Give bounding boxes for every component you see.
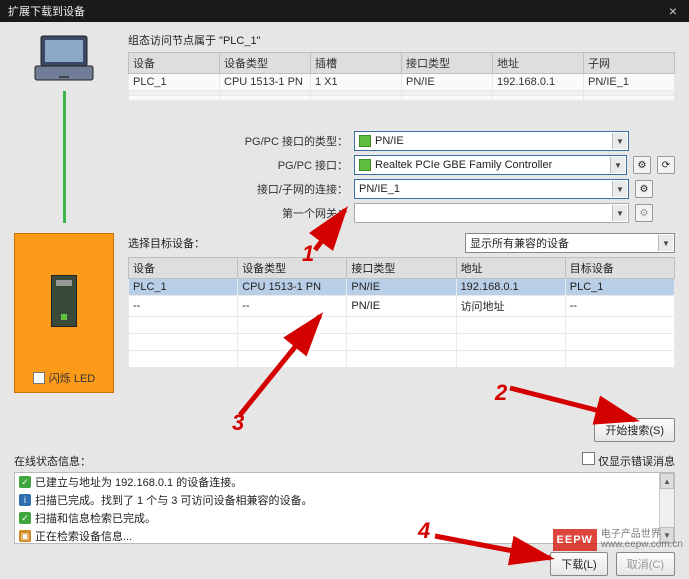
log-line: ✓扫描和信息检索已完成。 xyxy=(15,509,674,527)
log-line: i扫描已完成。找到了 1 个与 3 可访问设备相兼容的设备。 xyxy=(15,491,674,509)
table-row xyxy=(129,96,675,101)
table-row[interactable]: PLC_1 CPU 1513-1 PN PN/IE 192.168.0.1 PL… xyxy=(129,279,675,296)
flash-led-checkbox[interactable]: 闪烁 LED xyxy=(33,370,95,386)
watermark-logo: EEPW xyxy=(553,529,597,551)
progress-icon: ▣ xyxy=(19,530,31,542)
settings-icon[interactable]: ⚙ xyxy=(635,180,653,198)
pgpc-type-label: PG/PC 接口的类型： xyxy=(128,133,348,149)
cancel-button[interactable]: 取消(C) xyxy=(616,552,675,576)
settings-icon: ⚙ xyxy=(635,204,653,222)
checkbox-icon[interactable] xyxy=(33,372,45,384)
chevron-down-icon[interactable]: ▼ xyxy=(612,133,627,149)
source-pc-graphic xyxy=(14,32,114,223)
refresh-icon[interactable]: ⟳ xyxy=(657,156,675,174)
table-row[interactable]: -- -- PN/IE 访问地址 -- xyxy=(129,296,675,317)
conn-combo[interactable]: PN/IE_1 ▼ xyxy=(354,179,629,199)
status-title: 在线状态信息： xyxy=(14,453,91,469)
pgpc-type-combo[interactable]: PN/IE ▼ xyxy=(354,131,629,151)
close-icon[interactable]: × xyxy=(665,3,681,19)
chevron-down-icon[interactable]: ▼ xyxy=(658,235,673,251)
select-target-label: 选择目标设备： xyxy=(128,235,205,251)
table-row xyxy=(129,351,675,368)
settings-icon[interactable]: ⚙ xyxy=(633,156,651,174)
pgpc-if-combo[interactable]: Realtek PCIe GBE Family Controller ▼ xyxy=(354,155,627,175)
log-line: ✓已建立与地址为 192.168.0.1 的设备连接。 xyxy=(15,473,674,491)
plc-icon xyxy=(51,275,77,327)
col-slot: 插槽 xyxy=(311,53,402,74)
checkbox-icon[interactable] xyxy=(582,452,595,465)
target-devices-table: 设备 设备类型 接口类型 地址 目标设备 PLC_1 CPU 1513-1 PN… xyxy=(128,257,675,368)
info-icon: i xyxy=(19,494,31,506)
annotation-arrow-4 xyxy=(430,530,560,570)
pnie-icon xyxy=(359,135,371,147)
col-device: 设备 xyxy=(129,53,220,74)
col-subnet: 子网 xyxy=(584,53,675,74)
annotation-arrow-3 xyxy=(230,310,330,420)
watermark: EEPW 电子产品世界 www.eepw.com.cn xyxy=(553,529,683,551)
table-row[interactable]: PLC_1 CPU 1513-1 PN 1 X1 PN/IE 192.168.0… xyxy=(129,74,675,91)
col-addr: 地址 xyxy=(493,53,584,74)
col-devtype: 设备类型 xyxy=(220,53,311,74)
pgpc-if-label: PG/PC 接口： xyxy=(128,157,348,173)
success-icon: ✓ xyxy=(19,512,31,524)
titlebar: 扩展下载到设备 × xyxy=(0,0,689,22)
target-device-graphic: 闪烁 LED xyxy=(14,233,114,393)
only-errors-checkbox[interactable]: 仅显示错误消息 xyxy=(582,452,675,469)
scroll-up-icon[interactable]: ▲ xyxy=(660,473,674,489)
table-row xyxy=(129,317,675,334)
filter-combo[interactable]: 显示所有兼容的设备 ▼ xyxy=(465,233,675,253)
window-title: 扩展下载到设备 xyxy=(8,3,85,19)
laptop-icon xyxy=(29,32,99,87)
table-row xyxy=(129,334,675,351)
annotation-arrow-2 xyxy=(505,380,645,430)
conn-label: 接口/子网的连接： xyxy=(128,181,348,197)
gateway-combo: ▼ xyxy=(354,203,629,223)
success-icon: ✓ xyxy=(19,476,31,488)
nic-icon xyxy=(359,159,371,171)
col-iftype: 接口类型 xyxy=(402,53,493,74)
config-nodes-table: 设备 设备类型 插槽 接口类型 地址 子网 PLC_1 CPU 1513-1 P… xyxy=(128,52,675,101)
chevron-down-icon[interactable]: ▼ xyxy=(612,181,627,197)
annotation-arrow-1 xyxy=(270,205,350,255)
chevron-down-icon[interactable]: ▼ xyxy=(610,157,625,173)
chevron-down-icon: ▼ xyxy=(612,205,627,221)
topgrid-caption: 组态访问节点属于 "PLC_1" xyxy=(128,32,675,48)
